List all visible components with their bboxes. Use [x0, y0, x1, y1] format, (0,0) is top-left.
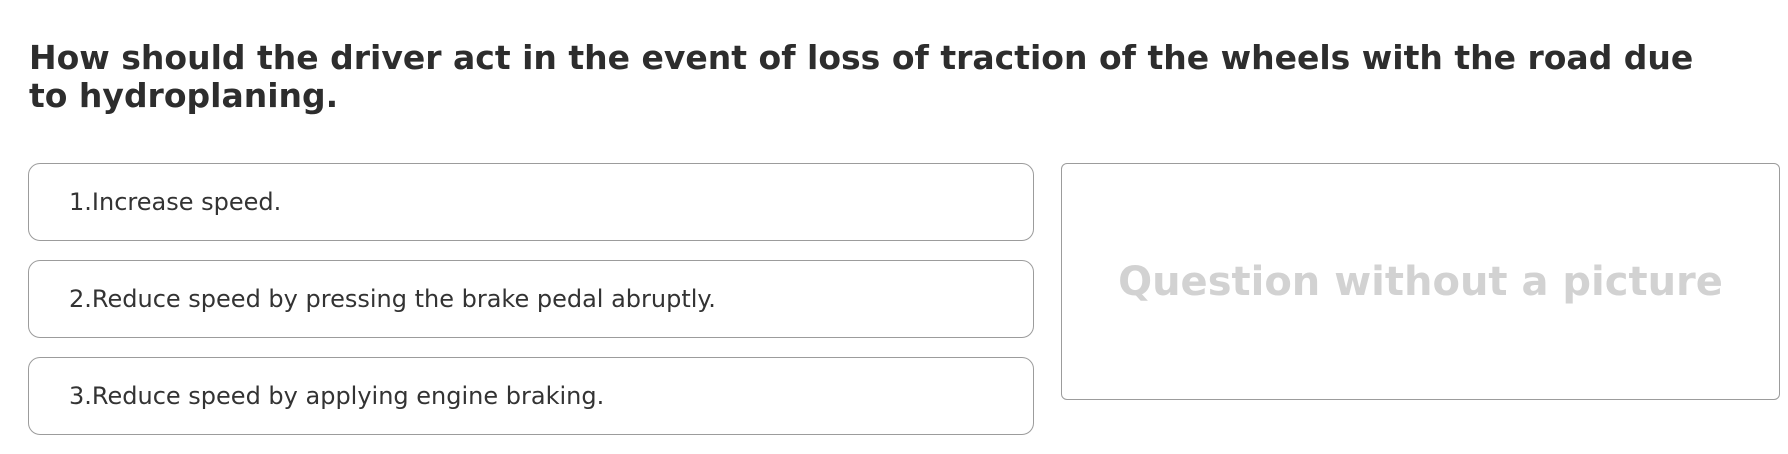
answer-option-2[interactable]: 2.Reduce speed by pressing the brake ped… — [28, 260, 1034, 338]
answer-option-3[interactable]: 3.Reduce speed by applying engine brakin… — [28, 357, 1034, 435]
question-title: How should the driver act in the event o… — [29, 38, 1694, 115]
answer-list: 1.Increase speed. 2.Reduce speed by pres… — [28, 163, 1034, 454]
no-picture-placeholder: Question without a picture — [1118, 258, 1723, 305]
answer-option-1[interactable]: 1.Increase speed. — [28, 163, 1034, 241]
question-picture-area: Question without a picture — [1061, 163, 1780, 400]
